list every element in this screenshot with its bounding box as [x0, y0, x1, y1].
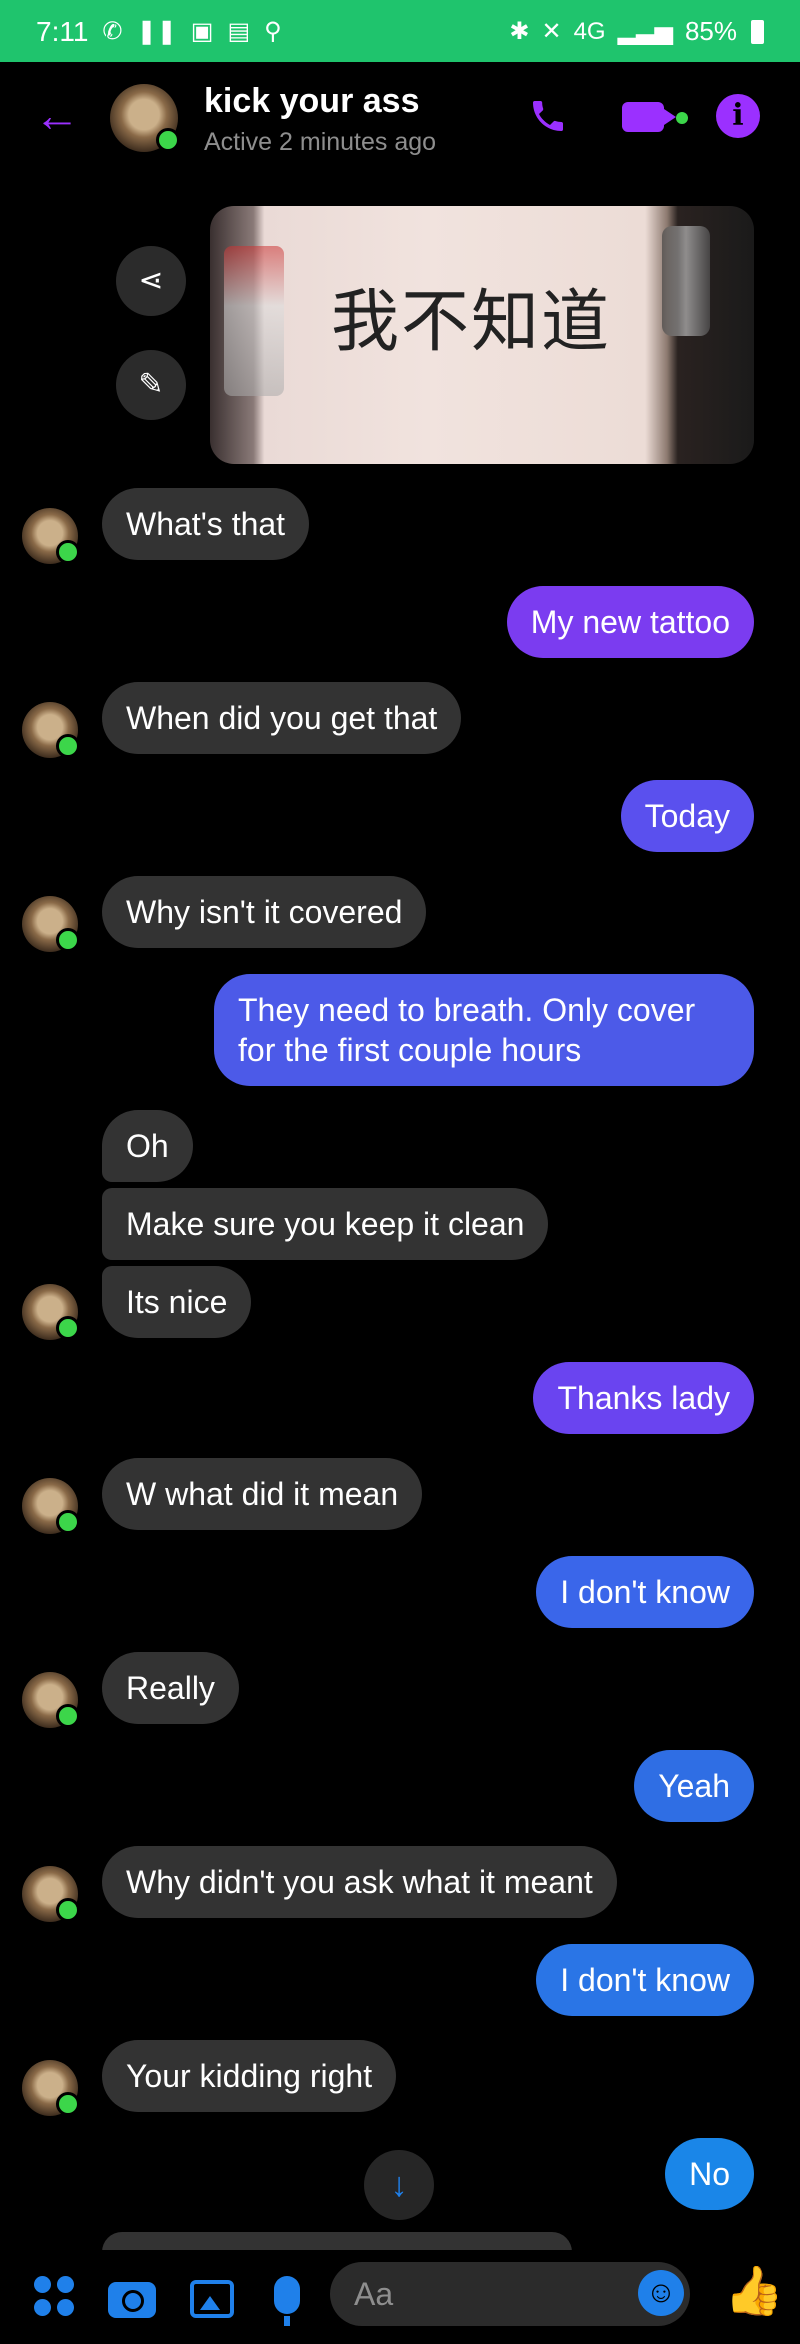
- message-bubble-incoming[interactable]: Why didn't you ask what it meant: [102, 1846, 617, 1918]
- message-bubble-incoming[interactable]: Oh: [102, 1110, 193, 1182]
- contact-avatar-small[interactable]: [22, 896, 80, 952]
- camera-icon[interactable]: [108, 2282, 156, 2318]
- gallery-icon[interactable]: [190, 2280, 234, 2318]
- back-arrow-icon[interactable]: ←: [34, 92, 80, 138]
- message-bubble-outgoing[interactable]: I don't know: [536, 1556, 754, 1628]
- contact-avatar-small[interactable]: [22, 508, 80, 564]
- online-indicator: [56, 734, 80, 758]
- message-bubble-incoming[interactable]: Its nice: [102, 1266, 252, 1338]
- message-bubble-incoming[interactable]: Your kidding right: [102, 2040, 397, 2112]
- battery-percent: 85%: [684, 16, 737, 46]
- contact-avatar-small[interactable]: [22, 1866, 80, 1922]
- info-icon[interactable]: i: [716, 94, 760, 138]
- message-bubble-incoming[interactable]: Really: [102, 1652, 239, 1724]
- status-time: 7:11: [36, 16, 89, 47]
- contact-avatar-small[interactable]: [22, 2060, 80, 2116]
- contact-status: Active 2 minutes ago: [204, 128, 437, 156]
- network-icon: 4G: [573, 17, 606, 45]
- chat-header: ← kick your ass Active 2 minutes ago i: [0, 62, 800, 174]
- message-composer: Aa ☺ 👍: [0, 2250, 800, 2344]
- bluetooth-icon: ✱: [509, 17, 530, 45]
- message-bubble-outgoing[interactable]: No: [665, 2138, 754, 2210]
- message-bubble-incoming[interactable]: When did you get that: [102, 682, 462, 754]
- message-input[interactable]: Aa: [330, 2262, 690, 2326]
- message-bubble-incoming[interactable]: Make sure you keep it clean: [102, 1188, 549, 1260]
- partial-message-bubble: [102, 2232, 572, 2252]
- contact-avatar[interactable]: [110, 84, 180, 152]
- message-bubble-outgoing[interactable]: I don't know: [536, 1944, 754, 2016]
- message-bubble-incoming[interactable]: W what did it mean: [102, 1458, 423, 1530]
- online-indicator: [56, 1704, 80, 1728]
- online-indicator: [56, 928, 80, 952]
- location-icon: ⚲: [264, 18, 282, 45]
- status-bar: 7:11 ✆ ❚❚ ▣ ▤ ⚲ ✱ ✕ 4G ▂▃▅ 85%: [0, 0, 800, 62]
- contact-name[interactable]: kick your ass: [204, 82, 419, 121]
- contact-avatar-small[interactable]: [22, 1284, 80, 1340]
- message-bubble-incoming[interactable]: Why isn't it covered: [102, 876, 427, 948]
- message-bubble-outgoing[interactable]: They need to breath. Only cover for the …: [214, 974, 754, 1086]
- online-indicator: [56, 1510, 80, 1534]
- mute-icon: ✕: [541, 17, 562, 45]
- phone-call-icon[interactable]: [528, 96, 568, 136]
- edit-pencil-icon[interactable]: ✎: [116, 350, 186, 420]
- thumbs-up-icon[interactable]: 👍: [724, 2268, 784, 2316]
- image-icon: ▣: [190, 18, 214, 45]
- share-icon[interactable]: ⋖: [116, 246, 186, 316]
- apps-grid-icon[interactable]: [34, 2276, 74, 2316]
- contact-avatar-small[interactable]: [22, 1478, 80, 1534]
- video-call-icon[interactable]: [622, 102, 676, 132]
- status-right: ✱ ✕ 4G ▂▃▅ 85%: [509, 16, 764, 47]
- message-bubble-outgoing[interactable]: Thanks lady: [533, 1362, 754, 1434]
- online-indicator: [156, 128, 180, 152]
- online-indicator: [56, 1898, 80, 1922]
- online-indicator: [56, 1316, 80, 1340]
- tattoo-text: 我不知道: [330, 283, 611, 362]
- video-active-dot: [676, 112, 688, 124]
- online-indicator: [56, 540, 80, 564]
- tattoo-photo[interactable]: 我不知道: [210, 206, 754, 464]
- call-icon: ✆: [102, 18, 123, 45]
- emoji-icon[interactable]: ☺: [638, 2270, 684, 2316]
- message-bubble-outgoing[interactable]: Yeah: [634, 1750, 754, 1822]
- message-bubble-incoming[interactable]: What's that: [102, 488, 310, 560]
- status-left: 7:11 ✆ ❚❚ ▣ ▤ ⚲: [36, 16, 282, 48]
- photo-background-object: [224, 246, 284, 396]
- online-indicator: [56, 2092, 80, 2116]
- photo-background-bottle: [662, 226, 710, 336]
- message-bubble-outgoing[interactable]: My new tattoo: [506, 586, 754, 658]
- contact-avatar-small[interactable]: [22, 1672, 80, 1728]
- signal-icon: ▂▃▅: [617, 17, 673, 45]
- pause-icon: ❚❚: [136, 18, 177, 45]
- microphone-icon[interactable]: [274, 2276, 300, 2326]
- contact-avatar-small[interactable]: [22, 702, 80, 758]
- calendar-icon: ▤: [227, 18, 251, 45]
- battery-icon: [751, 19, 764, 44]
- scroll-down-arrow-icon[interactable]: ↓: [364, 2150, 434, 2220]
- message-bubble-outgoing[interactable]: Today: [620, 780, 754, 852]
